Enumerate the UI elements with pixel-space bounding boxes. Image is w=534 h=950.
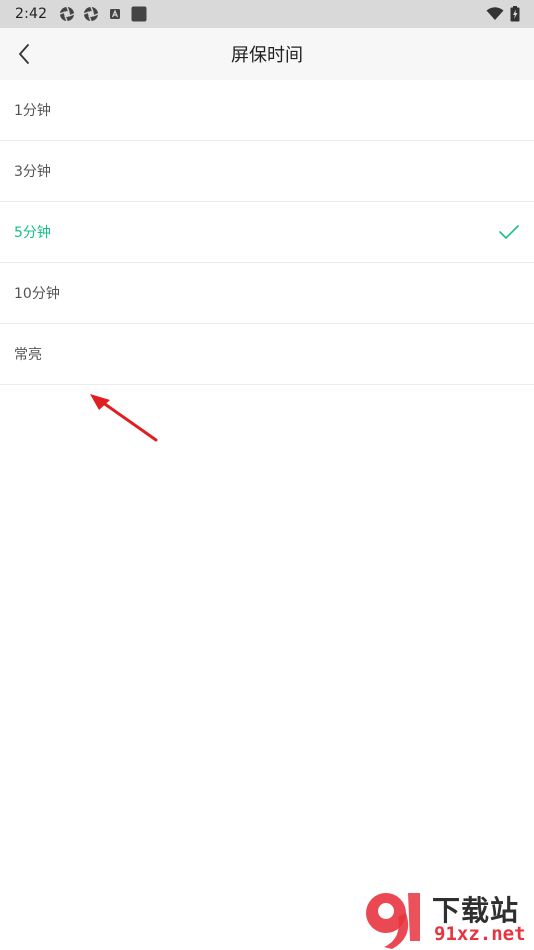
status-right-icons: [486, 6, 520, 22]
square-app-icon: [131, 6, 147, 22]
option-5-minutes[interactable]: 5分钟: [0, 202, 534, 263]
option-label: 常亮: [14, 347, 42, 363]
screensaver-time-options: 1分钟 3分钟 5分钟 10分钟 常亮: [0, 80, 534, 385]
wifi-icon: [486, 7, 504, 20]
battery-charging-icon: [510, 6, 520, 22]
checkmark-icon: [499, 225, 519, 239]
option-1-minute[interactable]: 1分钟: [0, 80, 534, 141]
back-button[interactable]: [6, 36, 42, 72]
app-header: 屏保时间: [0, 28, 534, 80]
annotation-arrow-icon: [90, 394, 158, 442]
status-bar: 2:42: [0, 0, 534, 28]
option-label: 5分钟: [14, 225, 51, 241]
aperture-icon: [59, 6, 75, 22]
page-title: 屏保时间: [231, 45, 303, 66]
option-label: 3分钟: [14, 164, 51, 180]
a-badge-icon: [110, 9, 121, 19]
chevron-left-icon: [19, 44, 29, 64]
watermark-logo-icon: [366, 893, 420, 949]
option-10-minutes[interactable]: 10分钟: [0, 263, 534, 324]
option-label: 1分钟: [14, 103, 51, 119]
option-label: 10分钟: [14, 286, 60, 302]
option-always-on[interactable]: 常亮: [0, 324, 534, 385]
option-3-minutes[interactable]: 3分钟: [0, 141, 534, 202]
watermark: 下载站 91xz.net: [362, 887, 534, 950]
watermark-bottom-text: 91xz.net: [434, 923, 526, 945]
aperture-icon: [83, 6, 99, 22]
status-time: 2:42: [15, 6, 48, 22]
